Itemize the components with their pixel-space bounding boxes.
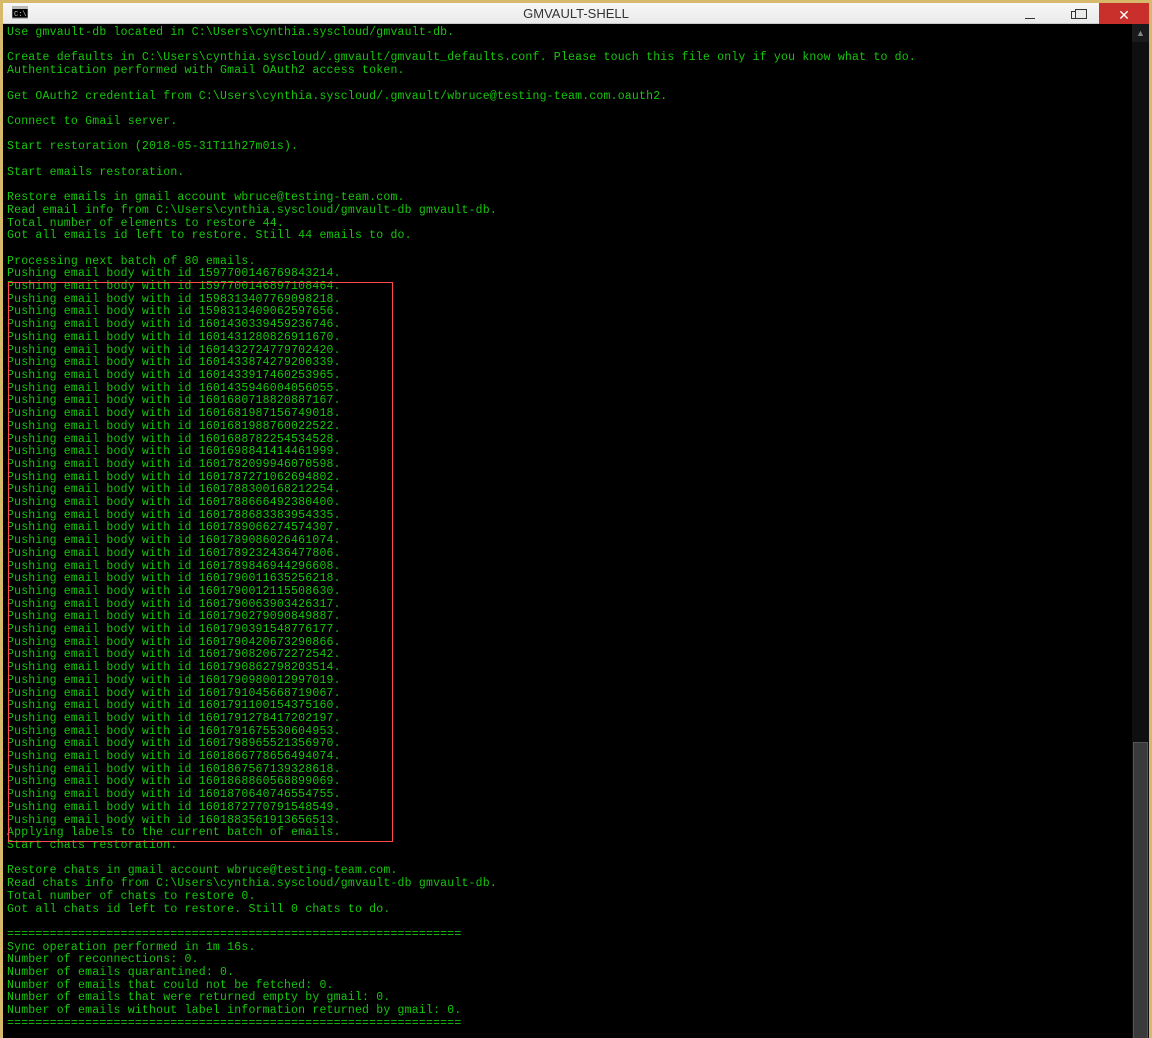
terminal-output[interactable]: Use gmvault-db located in C:\Users\cynth… (3, 24, 1131, 1038)
console-area: Use gmvault-db located in C:\Users\cynth… (3, 24, 1149, 1038)
scroll-thumb[interactable] (1133, 742, 1148, 1038)
app-icon: C:\ (7, 3, 33, 23)
scrollbar[interactable]: ▲ ▼ (1131, 24, 1149, 1038)
window-title: GMVAULT-SHELL (523, 6, 629, 21)
window-frame: C:\ GMVAULT-SHELL ✕ Use gmvault-db locat… (0, 0, 1152, 1038)
scroll-track[interactable] (1132, 42, 1149, 1038)
title-bar[interactable]: C:\ GMVAULT-SHELL ✕ (3, 3, 1149, 24)
scroll-up-arrow[interactable]: ▲ (1132, 24, 1149, 42)
svg-text:C:\: C:\ (14, 11, 27, 19)
